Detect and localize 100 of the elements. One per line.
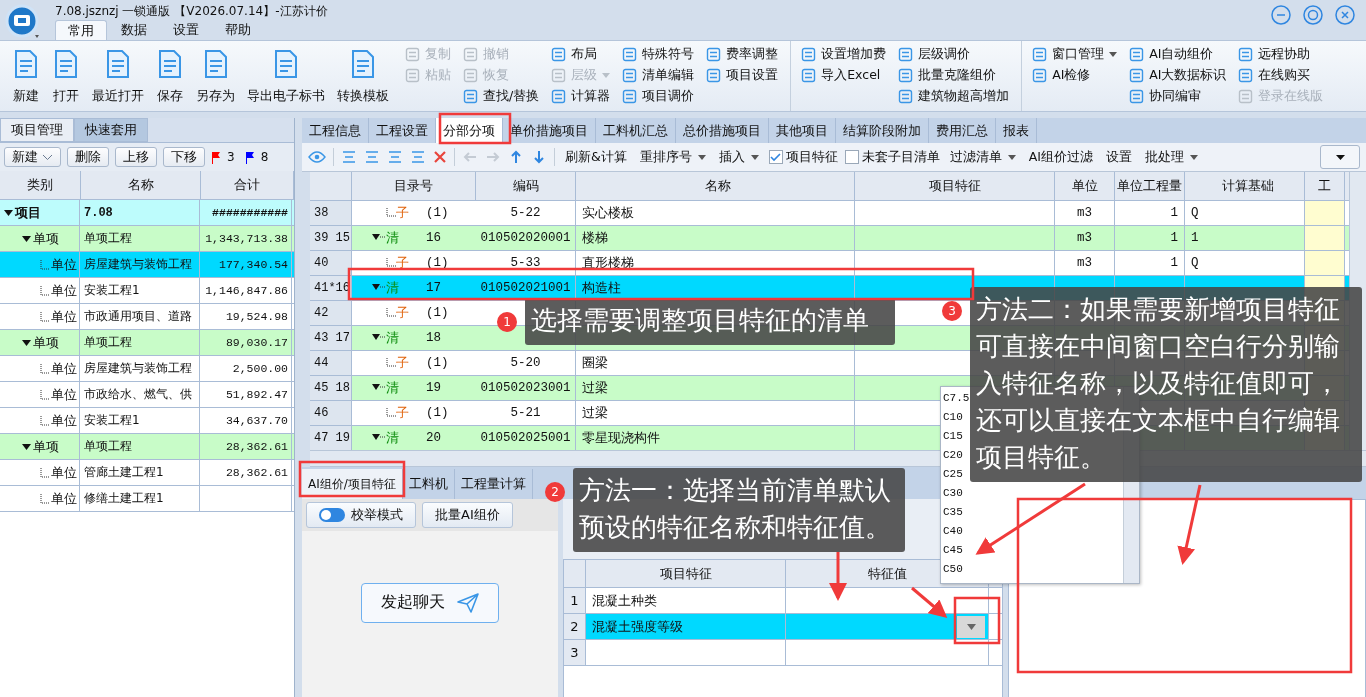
ribbon-button[interactable]: AI检修 — [1030, 65, 1120, 86]
menu-tab[interactable]: 帮助 — [213, 20, 263, 40]
dropdown-option[interactable]: C15 — [943, 427, 963, 446]
panel-tab[interactable]: 快速套用 — [74, 118, 148, 142]
menu-button[interactable]: 插入 — [715, 148, 762, 166]
ribbon-button[interactable]: 清单编辑 — [620, 65, 697, 86]
dropdown-option[interactable]: C35 — [943, 503, 963, 522]
tree-row[interactable]: 单位 市政通用项目、道路 19,524.98 — [0, 304, 294, 330]
tree-row[interactable]: 单位 修缮土建工程1 — [0, 486, 294, 512]
expand-caret-icon[interactable] — [22, 235, 31, 242]
row-number: 47 19 — [314, 431, 350, 445]
checkbox[interactable]: 未套子目清单 — [844, 148, 940, 166]
expand-caret-icon[interactable] — [372, 384, 386, 392]
dropdown-option[interactable]: C10 — [943, 408, 963, 427]
table-row[interactable]: 38 子 (1) 5-22 实心楼板 m3 1 Q — [310, 201, 1349, 226]
ribbon-button[interactable]: 项目调价 — [620, 86, 697, 107]
toolbar-button[interactable]: 下移 — [163, 147, 205, 167]
ribbon-button[interactable]: 设置增加费 — [799, 44, 889, 65]
menu-button[interactable]: 过滤清单 — [946, 148, 1019, 166]
minimize-icon[interactable] — [1270, 4, 1292, 26]
menu-button[interactable]: 重排序号 — [636, 148, 709, 166]
dropdown-option[interactable]: C45 — [943, 541, 963, 560]
table-row[interactable]: 39 15 清 16 010502020001 楼梯 m3 1 1 — [310, 226, 1349, 251]
tree-row[interactable]: 单项 单项工程 1,343,713.38 — [0, 226, 294, 252]
ribbon-button[interactable]: 计算器 — [549, 86, 613, 107]
tree-row[interactable]: 单位 安装工程1 34,637.70 — [0, 408, 294, 434]
ribbon-button[interactable]: 保存 — [150, 45, 190, 111]
align-icon[interactable] — [387, 149, 403, 165]
dropdown-button[interactable] — [957, 615, 985, 638]
ribbon-button[interactable]: 协同编审 — [1127, 86, 1229, 107]
menu-tab[interactable]: 设置 — [161, 20, 211, 40]
ribbon-button[interactable]: AI大数据标识 — [1127, 65, 1229, 86]
tree-row[interactable]: 单项 单项工程 89,030.17 — [0, 330, 294, 356]
batch-button[interactable]: 批量AI组价 — [422, 502, 513, 528]
chat-button[interactable]: 发起聊天 — [361, 582, 499, 623]
toolbar-button[interactable]: 刷新&计算 — [562, 148, 630, 166]
ribbon-button[interactable]: 层级调价 — [896, 44, 1012, 65]
restore-icon[interactable] — [1302, 4, 1324, 26]
tree-row[interactable]: 单位 管廊土建工程1 28,362.61 — [0, 460, 294, 486]
ribbon-button[interactable]: 导出电子标书 — [241, 45, 331, 111]
toolbar-button[interactable]: 新建 — [4, 147, 61, 167]
dropdown-option[interactable]: C25 — [943, 465, 963, 484]
align-icon[interactable] — [410, 149, 426, 165]
list-icon — [405, 68, 420, 83]
menu-button[interactable]: 批处理 — [1142, 148, 1201, 166]
ribbon-button[interactable]: 最近打开 — [86, 45, 150, 111]
toolbar-button[interactable]: AI组价过滤 — [1025, 148, 1096, 166]
ribbon-button[interactable]: 打开 — [46, 45, 86, 111]
ribbon-button[interactable]: 在线购买 — [1236, 65, 1326, 86]
ribbon-button[interactable]: 查找/替换 — [461, 86, 542, 107]
ribbon-button[interactable]: 转换模板 — [331, 45, 395, 111]
ribbon-button[interactable]: 特殊符号 — [620, 44, 697, 65]
dropdown-option[interactable]: C40 — [943, 522, 963, 541]
checkbox[interactable]: 项目特征 — [768, 148, 838, 166]
app-logo-icon[interactable] — [5, 4, 41, 40]
expand-caret-icon[interactable] — [4, 209, 13, 216]
align-icon[interactable] — [364, 149, 380, 165]
delete-icon[interactable] — [433, 150, 447, 164]
panel-tab[interactable]: 项目管理 — [0, 118, 74, 142]
ribbon-button[interactable]: 批量克隆组价 — [896, 65, 1012, 86]
ribbon-button[interactable]: 建筑物超高增加 — [896, 86, 1012, 107]
category-text: 单位 — [51, 489, 77, 508]
expand-caret-icon[interactable] — [372, 284, 386, 292]
toolbar-button[interactable]: 设置 — [1103, 148, 1135, 166]
expand-caret-icon[interactable] — [22, 443, 31, 450]
tree-row[interactable]: 项目 7.08 ########### — [0, 200, 294, 226]
expand-caret-icon[interactable] — [22, 339, 31, 346]
tree-row[interactable]: 单位 房屋建筑与装饰工程 177,340.54 — [0, 252, 294, 278]
menu-tab[interactable]: 数据 — [109, 20, 159, 40]
ribbon-button[interactable]: 新建 — [6, 45, 46, 111]
expand-caret-icon[interactable] — [372, 234, 386, 242]
ribbon-button[interactable]: 布局 — [549, 44, 613, 65]
toolbar-button[interactable]: 删除 — [67, 147, 109, 167]
dropdown-option[interactable]: C30 — [943, 484, 963, 503]
table-row[interactable]: 3 — [564, 640, 1002, 666]
ribbon-button[interactable]: AI自动组价 — [1127, 44, 1229, 65]
table-row[interactable]: 2 混凝土强度等级 — [564, 614, 1002, 640]
tree-row[interactable]: 单位 安装工程1 1,146,847.86 — [0, 278, 294, 304]
ribbon-button[interactable]: 另存为 — [190, 45, 241, 111]
ribbon-button[interactable]: 远程协助 — [1236, 44, 1326, 65]
ribbon-button[interactable]: 项目设置 — [704, 65, 781, 86]
caret-icon — [750, 154, 759, 160]
menu-tab[interactable]: 常用 — [55, 20, 107, 40]
eye-icon[interactable] — [308, 151, 326, 163]
tree-row[interactable]: 单位 房屋建筑与装饰工程 2,500.00 — [0, 356, 294, 382]
arrow-down-icon[interactable] — [531, 149, 547, 165]
toolbar-button[interactable]: 上移 — [115, 147, 157, 167]
align-icon[interactable] — [341, 149, 357, 165]
detail-tab[interactable]: AI组价/项目特征 — [302, 469, 403, 499]
mode-switch[interactable]: 校举模式 — [306, 502, 416, 528]
expand-caret-icon[interactable] — [372, 434, 386, 442]
ribbon-button[interactable]: 费率调整 — [704, 44, 781, 65]
dropdown-option[interactable]: C50 — [943, 560, 963, 579]
ribbon-button[interactable]: 窗口管理 — [1030, 44, 1120, 65]
close-icon[interactable] — [1334, 4, 1356, 26]
ribbon-button[interactable]: 导入Excel — [799, 65, 889, 86]
expand-caret-icon[interactable] — [372, 334, 386, 342]
tree-row[interactable]: 单项 单项工程 28,362.61 — [0, 434, 294, 460]
dropdown-button[interactable] — [1320, 145, 1360, 169]
tree-row[interactable]: 单位 市政给水、燃气、供 51,892.47 — [0, 382, 294, 408]
